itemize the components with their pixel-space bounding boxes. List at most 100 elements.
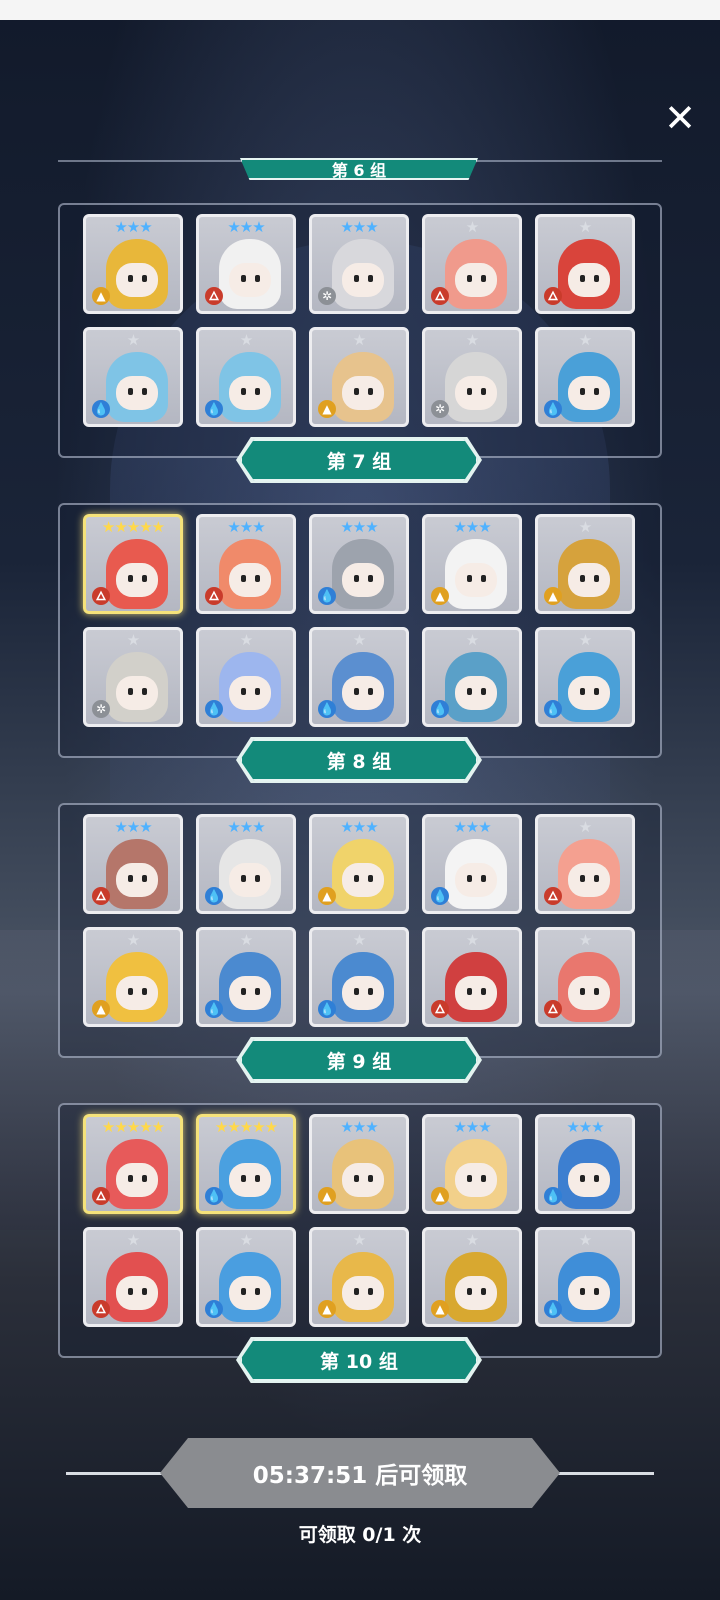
hero-card[interactable]: ★★★ 🜂 — [196, 514, 296, 614]
light-element-icon: ▲ — [92, 287, 110, 305]
hero-card[interactable]: ★ 🜂 — [535, 214, 635, 314]
hero-eye — [241, 575, 246, 582]
hero-eye — [255, 988, 260, 995]
group-banner: 第 8 组 — [240, 739, 478, 781]
hero-card[interactable]: ★★★ 💧 — [309, 514, 409, 614]
hero-card[interactable]: ★★★ 💧 — [422, 814, 522, 914]
fire-element-icon: 🜂 — [205, 587, 223, 605]
hero-eye — [128, 1288, 133, 1295]
hero-card[interactable]: ★ ▲ — [422, 1227, 522, 1327]
star-rating: ★★★ — [340, 818, 378, 836]
hero-face — [455, 1163, 497, 1197]
star-rating: ★★★★★ — [101, 518, 165, 536]
group-card: ★★★ ▲ ★★★ 🜂 ★★★ ✲ ★ 🜂 ★ 🜂 ★ 💧 ★ 💧 ★ ▲ ★ ✲ ★ 💧 — [58, 203, 662, 458]
hero-eye — [467, 988, 472, 995]
star-rating: ★ — [465, 631, 479, 649]
hero-card[interactable]: ★ 💧 — [196, 327, 296, 427]
hero-card[interactable]: ★ 💧 — [196, 927, 296, 1027]
water-element-icon: 💧 — [544, 1187, 562, 1205]
hero-eye — [594, 275, 599, 282]
hero-face — [455, 863, 497, 897]
hero-card[interactable]: ★★★ ▲ — [309, 1114, 409, 1214]
hero-eye — [255, 1288, 260, 1295]
hero-card[interactable]: ★★★★★ 💧 — [196, 1114, 296, 1214]
star-rating: ★ — [126, 1231, 140, 1249]
hero-card[interactable]: ★ 💧 — [535, 627, 635, 727]
water-element-icon: 💧 — [92, 400, 110, 418]
hero-eye — [241, 1288, 246, 1295]
hero-face — [116, 263, 158, 297]
hero-card[interactable]: ★ ▲ — [309, 327, 409, 427]
hero-card[interactable]: ★ ✲ — [83, 627, 183, 727]
hero-card[interactable]: ★★★★★ 🜂 — [83, 1114, 183, 1214]
hero-card[interactable]: ★ 💧 — [196, 627, 296, 727]
hero-face — [342, 976, 384, 1010]
hero-face — [455, 263, 497, 297]
hero-eye — [354, 275, 359, 282]
star-rating: ★★★ — [453, 518, 491, 536]
hero-card[interactable]: ★ 💧 — [83, 327, 183, 427]
hero-card[interactable]: ★ ▲ — [535, 514, 635, 614]
hero-face — [342, 1163, 384, 1197]
hero-card[interactable]: ★★★ ▲ — [422, 1114, 522, 1214]
fire-element-icon: 🜂 — [92, 587, 110, 605]
hero-card[interactable]: ★★★ 💧 — [196, 814, 296, 914]
hero-card[interactable]: ★★★ 🜂 — [83, 814, 183, 914]
hero-eye — [580, 688, 585, 695]
hero-face — [342, 1276, 384, 1310]
hero-eye — [354, 388, 359, 395]
hero-card[interactable]: ★ ▲ — [309, 1227, 409, 1327]
hero-card[interactable]: ★ 💧 — [309, 627, 409, 727]
hero-face — [342, 263, 384, 297]
star-rating: ★★★ — [340, 218, 378, 236]
hero-card[interactable]: ★★★ ▲ — [309, 814, 409, 914]
claim-button[interactable]: 05:37:51 后可领取 — [160, 1438, 560, 1508]
hero-face — [568, 1163, 610, 1197]
water-element-icon: 💧 — [205, 1300, 223, 1318]
hero-eye — [368, 1175, 373, 1182]
hero-card[interactable]: ★ 🜂 — [422, 927, 522, 1027]
hero-eye — [368, 1288, 373, 1295]
hero-eye — [467, 388, 472, 395]
hero-card[interactable]: ★ 💧 — [535, 327, 635, 427]
group-banner-partial: 第 6 组 — [240, 158, 478, 180]
hero-card[interactable]: ★ 💧 — [309, 927, 409, 1027]
star-rating: ★ — [578, 218, 592, 236]
hero-eye — [368, 388, 373, 395]
star-rating: ★★★ — [227, 218, 265, 236]
star-rating: ★ — [239, 631, 253, 649]
hero-card[interactable]: ★ 💧 — [196, 1227, 296, 1327]
fire-element-icon: 🜂 — [544, 1000, 562, 1018]
hero-card[interactable]: ★★★★★ 🜂 — [83, 514, 183, 614]
hero-card[interactable]: ★ 🜂 — [535, 814, 635, 914]
hero-card[interactable]: ★★★ 💧 — [535, 1114, 635, 1214]
water-element-icon: 💧 — [205, 400, 223, 418]
hero-card[interactable]: ★ 🜂 — [83, 1227, 183, 1327]
water-element-icon: 💧 — [544, 400, 562, 418]
light-element-icon: ▲ — [318, 400, 336, 418]
hero-card[interactable]: ★ 🜂 — [422, 214, 522, 314]
hero-eye — [142, 275, 147, 282]
hero-eye — [368, 575, 373, 582]
hero-eye — [467, 688, 472, 695]
hero-card[interactable]: ★★★ ✲ — [309, 214, 409, 314]
hero-card[interactable]: ★ 🜂 — [535, 927, 635, 1027]
star-rating: ★★★ — [114, 218, 152, 236]
hero-card[interactable]: ★★★ ▲ — [422, 514, 522, 614]
hero-card[interactable]: ★ ▲ — [83, 927, 183, 1027]
fire-element-icon: 🜂 — [92, 1187, 110, 1205]
star-rating: ★ — [465, 218, 479, 236]
hero-card[interactable]: ★ ✲ — [422, 327, 522, 427]
fire-element-icon: 🜂 — [92, 1300, 110, 1318]
hero-card[interactable]: ★ 💧 — [422, 627, 522, 727]
hero-card[interactable]: ★★★ 🜂 — [196, 214, 296, 314]
hero-card[interactable]: ★★★ ▲ — [83, 214, 183, 314]
hero-face — [568, 376, 610, 410]
hero-face — [116, 676, 158, 710]
hero-eye — [467, 1288, 472, 1295]
hero-eye — [580, 1288, 585, 1295]
hero-card[interactable]: ★ 💧 — [535, 1227, 635, 1327]
hero-eye — [241, 388, 246, 395]
star-rating: ★★★ — [453, 1118, 491, 1136]
close-icon[interactable]: ✕ — [660, 98, 700, 138]
